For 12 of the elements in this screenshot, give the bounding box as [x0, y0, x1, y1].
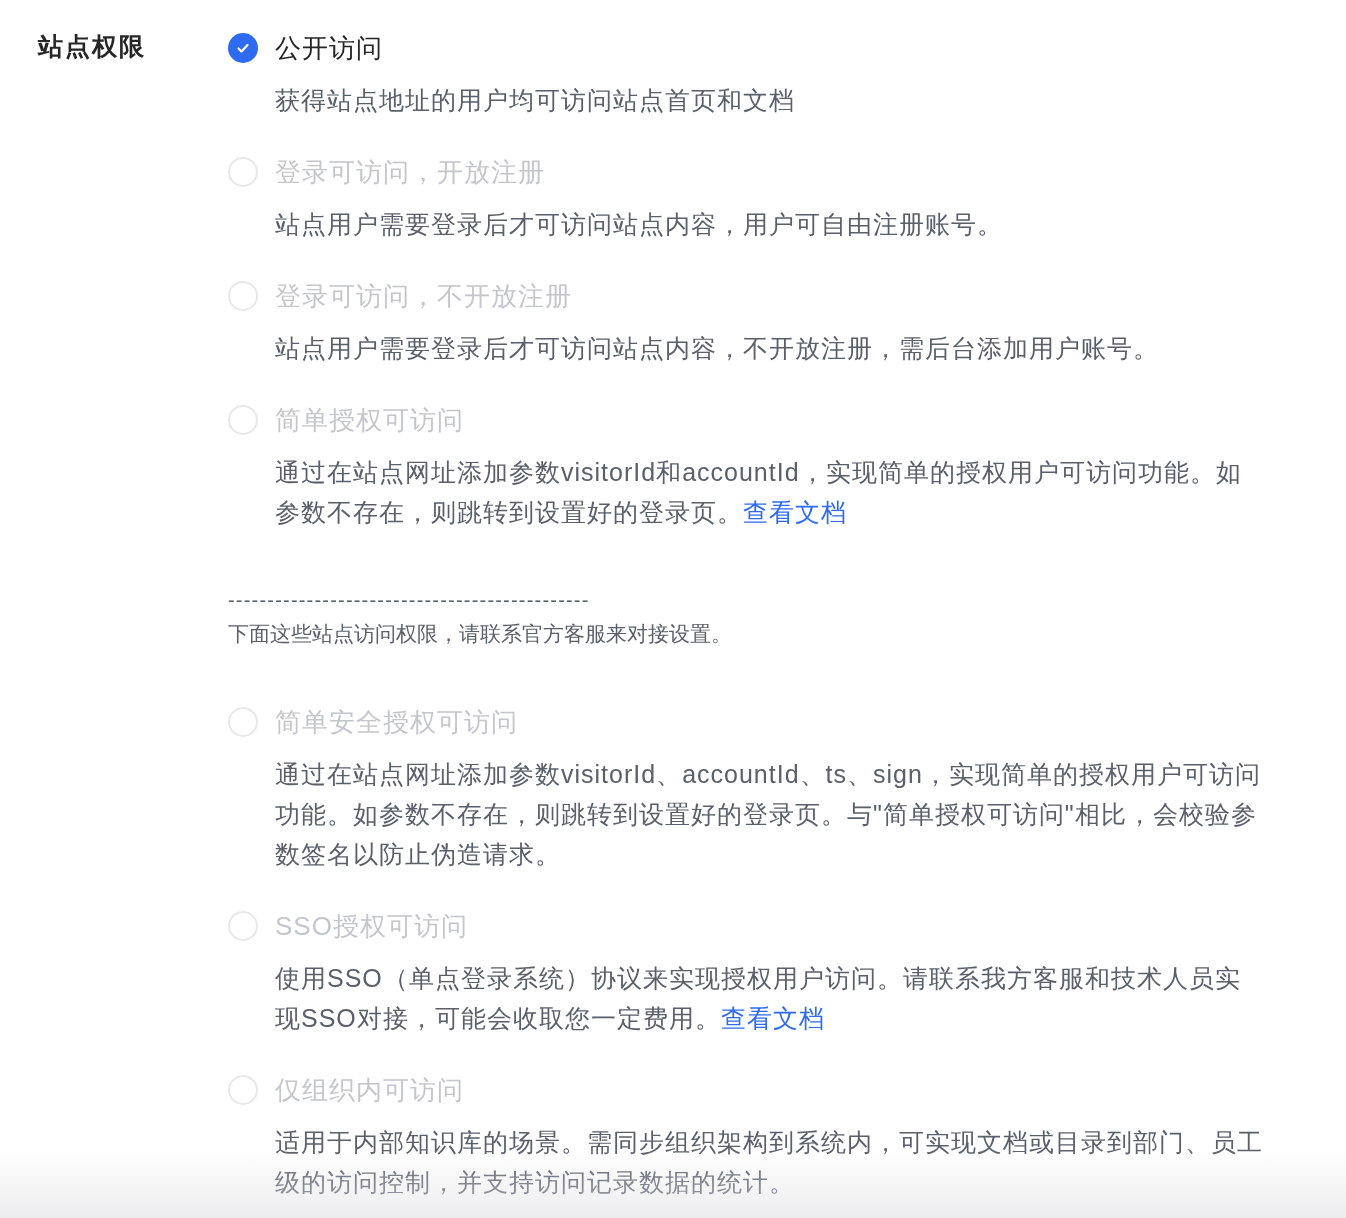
option-description: 使用SSO（单点登录系统）协议来实现授权用户访问。请联系我方客服和技术人员实现SSO对接，可能会收取您一定费用。查看文档 — [275, 963, 1242, 1034]
option-description: 通过在站点网址添加参数visitorId和accountId，实现简单的授权用户可访问功能。如参数不存在，则跳转到设置好的登录页。查看文档 — [275, 457, 1243, 528]
radio-button[interactable] — [228, 33, 258, 63]
dashed-separator: ---------------------------------------------- — [228, 588, 591, 612]
note-text: 下面这些站点访问权限，请联系官方客服来对接设置。 — [228, 621, 733, 647]
option-description: 通过在站点网址添加参数visitorId、accountId、ts、sign，实现简单的授权用户可访问功能。如参数不存在，则跳转到设置好的登录页。与"简单授权可访问"相比，会校验参数签名以防止伪造请求。 — [275, 759, 1262, 870]
option-description: 站点用户需要登录后才可访问站点内容，不开放注册，需后台添加用户账号。 — [275, 333, 1160, 364]
section-label: 站点权限 — [38, 32, 146, 60]
option-description: 获得站点地址的用户均可访问站点首页和文档 — [275, 85, 796, 116]
option-description: 适用于内部知识库的场景。需同步组织架构到系统内，可实现文档或目录到部门、员工级的访问控制，并支持访问记录数据的统计。 — [275, 1127, 1264, 1198]
option-description: 站点用户需要登录后才可访问站点内容，用户可自由注册账号。 — [275, 209, 1004, 240]
option-label[interactable]: 公开访问 — [275, 28, 383, 68]
